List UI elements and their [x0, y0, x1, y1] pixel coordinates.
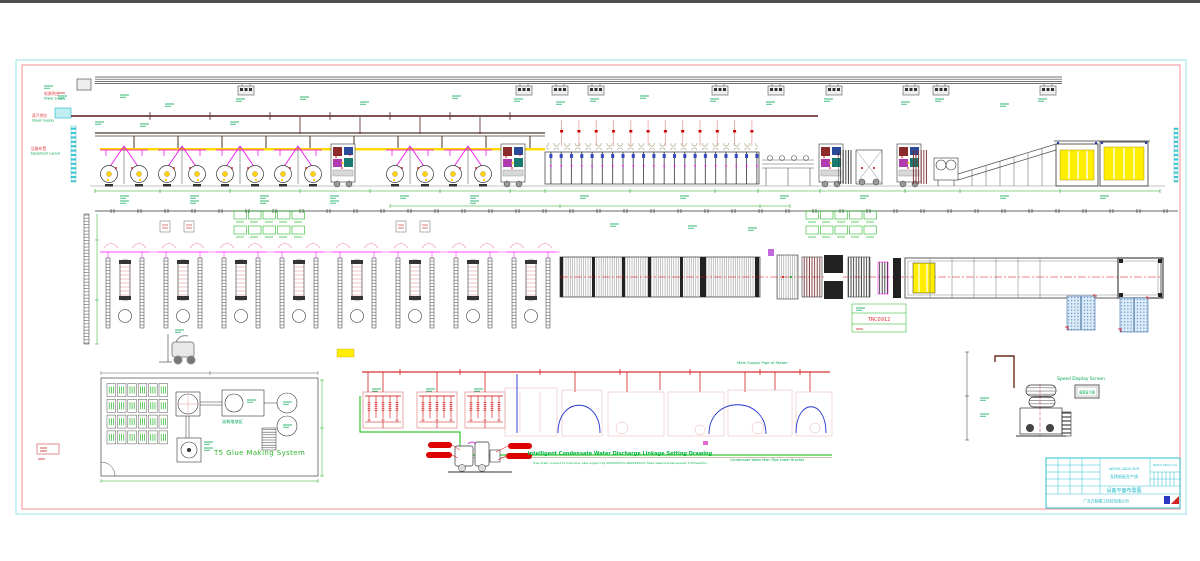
- product-name: 瓦楞纸板生产线: [1110, 473, 1138, 479]
- drawing-number: WJ250-2200-2-01: [1153, 463, 1178, 467]
- condensate-loops: [517, 374, 826, 434]
- pallet-pair: [1118, 296, 1150, 332]
- speed-display-label: Speed Display Screen: [1057, 376, 1105, 382]
- plan-roll-stand: [158, 244, 208, 329]
- paper-rack-label-box: [184, 221, 194, 232]
- busbar-feed-box: [77, 79, 91, 90]
- top-window-strip: [0, 0, 1200, 3]
- steam-trap-manifold: [465, 392, 505, 428]
- title-block: WJ250-2200-2-01 WJ250-1800-5LR 瓦楞纸板生产线 设…: [1046, 458, 1180, 508]
- paper-rack-label-box: [396, 221, 406, 232]
- drawing-title: 设备平面布置图: [1106, 487, 1141, 494]
- plan-roll-stand: [506, 244, 556, 329]
- forklift: [159, 330, 195, 364]
- paper-rack-label-box: [420, 221, 430, 232]
- ladder: [1062, 412, 1071, 436]
- margin-note-tag: [37, 444, 59, 459]
- single-facer: [331, 144, 355, 187]
- plan-roll-stand: [274, 244, 324, 329]
- steam-trap-manifold: [363, 392, 403, 428]
- glue-system-title: T5 Glue Making System: [213, 449, 305, 457]
- slitter-block: [838, 150, 852, 184]
- glue-motor-unit: [222, 390, 264, 416]
- display-screen: 速度显示屏: [1075, 385, 1099, 398]
- roll-stand: [158, 146, 206, 187]
- end-machine: [1016, 384, 1071, 436]
- roll-storage-cluster: [806, 211, 877, 237]
- board-stack: [1060, 150, 1094, 180]
- striped-pole-right: [1174, 128, 1178, 182]
- power-label-zh: 电源供应: [44, 91, 59, 96]
- margin-label-layout: 设备布置 Equipment Layout: [31, 146, 61, 156]
- door-swing-arc: [101, 462, 115, 476]
- elevation-dimension-chain: [95, 189, 1160, 203]
- glue-tanks: [277, 393, 297, 436]
- roll-stand: [100, 146, 148, 187]
- roll-stand: [216, 146, 264, 187]
- steam-source-tag: [55, 108, 71, 118]
- condensate-unit: [426, 442, 532, 472]
- paper-rack-label-box: [160, 221, 170, 232]
- striped-pole-left: [71, 126, 76, 182]
- plan-roll-stand: [448, 244, 498, 329]
- speed-display-group: Speed Display Screen 速度显示屏: [965, 352, 1105, 440]
- plan-roll-stand: [332, 244, 382, 329]
- incline-conveyor: [958, 144, 1056, 186]
- starch-pallets: [107, 384, 168, 444]
- starch-area-label: 淀粉堆放区: [222, 418, 243, 425]
- yellow-note-highlight: [337, 349, 354, 357]
- plan-roll-stand: [216, 244, 266, 329]
- cutoff-knife: [856, 150, 882, 185]
- plan-wall: [84, 214, 89, 344]
- roll-stand: [386, 146, 434, 187]
- condensate-bracket-label: Condensate Water Main Pipe Lower Bracket: [730, 458, 805, 462]
- layout-label-zh: 设备布置: [31, 146, 46, 151]
- double-backer: [545, 120, 759, 184]
- equipment-outlines: [505, 388, 832, 436]
- bridge-conveyor: [762, 156, 814, 187]
- corrugator-plan: [560, 249, 1160, 299]
- steam-label-en: Steam Supply: [32, 119, 54, 123]
- roll-storage-cluster: [234, 211, 305, 237]
- single-facer: [501, 144, 525, 187]
- glue-pump: [177, 438, 213, 462]
- plan-board-stack: [913, 263, 935, 293]
- model-code: WJ250-1800-5LR: [1109, 467, 1140, 471]
- screen-bracket: [995, 356, 1014, 388]
- trc-code: TRC0912: [867, 317, 891, 323]
- glue-room: 淀粉堆放区 T5 Glue Making System: [101, 371, 324, 483]
- feed-block: [912, 150, 928, 184]
- layout-label-en: Equipment Layout: [31, 152, 61, 156]
- margin-label-steam: 蒸汽供应 Steam Supply: [32, 113, 54, 123]
- transfer-rolls: [934, 158, 958, 186]
- schematic-note: Trap drain connect to main line, pipe su…: [532, 461, 707, 465]
- piping-schematic: Main Supply Pipe of Steam: [360, 360, 832, 472]
- trc-label-table: TRC0912: [852, 304, 906, 332]
- busbar: [95, 77, 1062, 84]
- plan-roll-stand: [100, 244, 150, 329]
- steam-trap-manifold: [417, 392, 457, 428]
- stacker-plan: [878, 258, 1163, 332]
- stairs: [262, 428, 276, 450]
- glue-mixer: [176, 392, 200, 416]
- plan-roll-stand: [390, 244, 440, 329]
- cad-drawing-canvas: 电源供应 Power Supply 蒸汽供应 Steam Supply 设备布置…: [0, 0, 1200, 557]
- overhead-rail: [95, 133, 545, 150]
- steam-label-zh: 蒸汽供应: [32, 113, 47, 118]
- plan-view: TRC0912: [84, 204, 1178, 364]
- company-name: 广东万联精工科技有限公司: [1083, 499, 1129, 504]
- main-steam-pipe-label: Main Supply Pipe of Steam: [737, 360, 788, 365]
- screen-text: 速度显示屏: [1079, 390, 1096, 395]
- roll-stand: [444, 146, 492, 187]
- schematic-title: Intelligent Condensate Water Discharge L…: [528, 451, 713, 457]
- elevation-view: [55, 77, 1178, 203]
- roll-stand: [274, 146, 322, 187]
- pallet-pair: [1065, 294, 1097, 330]
- magenta-note: [703, 441, 708, 445]
- stacker-elevation: [1054, 141, 1150, 186]
